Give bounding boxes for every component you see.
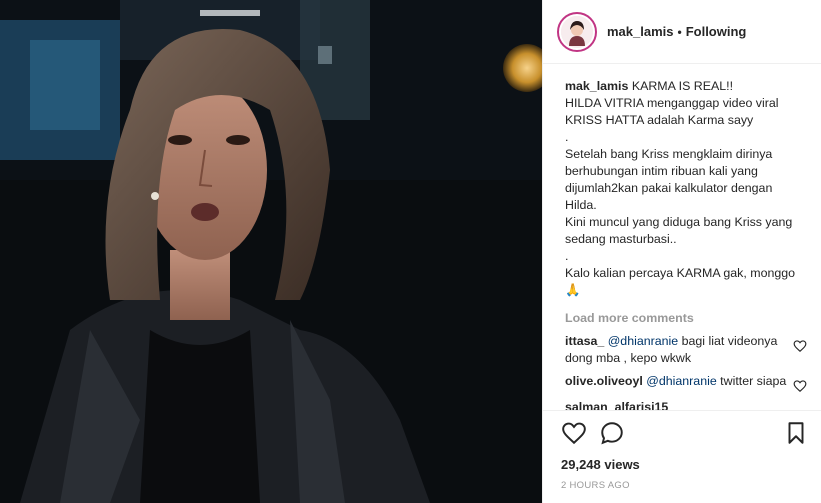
action-icons: [561, 419, 804, 447]
post-username[interactable]: mak_lamis: [607, 24, 674, 39]
comment-text: salman_alfarisi15: [565, 399, 789, 410]
comment-username[interactable]: salman_alfarisi15: [565, 400, 668, 410]
comment-bubble-icon[interactable]: [599, 420, 625, 446]
like-comment-heart-icon[interactable]: [793, 339, 807, 353]
comment-text: ittasa_ @dhianranie bagi liat videonya d…: [565, 333, 789, 367]
avatar-illustration: [561, 15, 593, 48]
post-details-panel: mak_lamis • Following mak_lamis KARMA IS…: [542, 0, 821, 503]
comment-item: olive.oliveoyl @dhianranie twitter siapa: [565, 373, 807, 393]
caption-line: Setelah bang Kriss mengklaim dirinya: [565, 147, 773, 161]
comment-item: salman_alfarisi15: [565, 399, 799, 410]
separator-dot: •: [677, 24, 682, 39]
comment-username[interactable]: ittasa_: [565, 334, 604, 348]
comment-mention[interactable]: @dhianranie: [646, 374, 716, 388]
comment-mention[interactable]: @dhianranie: [608, 334, 678, 348]
caption-line: mak_lamis KARMA IS REAL!!: [565, 78, 799, 95]
post-timestamp[interactable]: 2 HOURS AGO: [561, 480, 803, 491]
post-view: mak_lamis • Following mak_lamis KARMA IS…: [0, 0, 821, 503]
like-comment-heart-icon[interactable]: [793, 379, 807, 393]
caption-line: .: [565, 130, 569, 144]
comment-item: ittasa_ @dhianranie bagi liat videonya d…: [565, 333, 807, 367]
caption-line: Kini muncul yang diduga bang Kriss yang: [565, 215, 793, 229]
caption-text: KARMA IS REAL!!: [631, 79, 734, 93]
comment-body: twitter siapa: [716, 374, 787, 388]
video-player[interactable]: [0, 0, 542, 503]
caption-line: KRISS HATTA adalah Karma sayy: [565, 113, 754, 127]
caption-line: HILDA VITRIA menganggap video viral: [565, 96, 779, 110]
following-button[interactable]: Following: [686, 24, 747, 39]
comment-text: olive.oliveoyl @dhianranie twitter siapa: [565, 373, 789, 390]
prayer-emoji: 🙏: [565, 283, 581, 297]
avatar-image: [561, 15, 593, 48]
caption-line: dijumlah2kan pakai kalkulator dengan: [565, 181, 773, 195]
caption-line: Kalo kalian percaya KARMA gak, monggo: [565, 266, 796, 280]
bookmark-icon[interactable]: [783, 420, 809, 446]
post-header: mak_lamis • Following: [543, 0, 821, 64]
avatar[interactable]: [557, 11, 597, 52]
caption-line: Hilda.: [565, 198, 597, 212]
view-count[interactable]: 29,248 views: [561, 457, 803, 472]
load-more-comments-button[interactable]: Load more comments: [565, 311, 799, 325]
caption-username[interactable]: mak_lamis: [565, 79, 628, 93]
video-frame-image: [0, 0, 542, 503]
post-caption: mak_lamis KARMA IS REAL!! HILDA VITRIA m…: [565, 78, 799, 299]
like-heart-icon[interactable]: [561, 420, 587, 446]
comment-username[interactable]: olive.oliveoyl: [565, 374, 643, 388]
post-actions: 29,248 views 2 HOURS AGO: [543, 410, 821, 491]
caption-line: sedang masturbasi..: [565, 232, 677, 246]
caption-line: .: [565, 249, 569, 263]
caption-line: berhubungan intim ribuan kali yang: [565, 164, 758, 178]
comments-section[interactable]: mak_lamis KARMA IS REAL!! HILDA VITRIA m…: [543, 64, 821, 410]
